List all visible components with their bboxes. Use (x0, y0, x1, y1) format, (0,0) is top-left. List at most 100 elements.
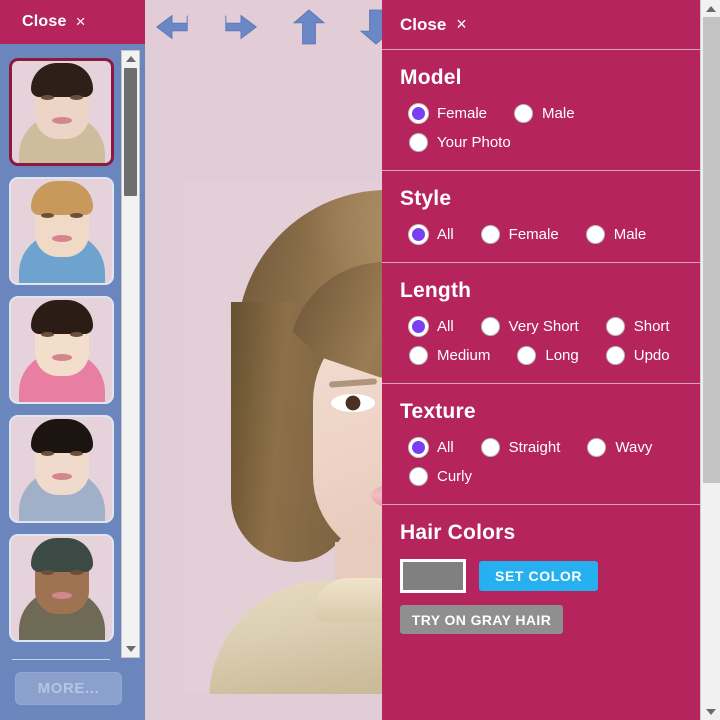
hair-color-swatch[interactable] (400, 559, 466, 593)
panel-scrollbar[interactable] (700, 0, 720, 720)
thumb-hair (30, 419, 93, 453)
option-label: All (437, 226, 454, 243)
option-style-all[interactable]: All (400, 225, 454, 244)
thumb-hair (30, 181, 93, 215)
thumb-lips (51, 592, 72, 599)
option-label: Long (545, 347, 579, 364)
option-row: All Female Male (400, 225, 702, 244)
option-row: Your Photo (400, 133, 702, 152)
model-thumb-2[interactable] (9, 177, 114, 285)
move-up-button[interactable] (284, 8, 334, 46)
option-label: Your Photo (437, 134, 511, 151)
option-label: Male (542, 105, 575, 122)
filter-sections: Model Female Male Your Photo Style All Female M… (382, 50, 720, 505)
section-title-model: Model (400, 66, 462, 89)
option-label: All (437, 318, 454, 335)
model-thumb-4[interactable] (9, 415, 114, 523)
try-on-gray-hair-button[interactable]: TRY ON GRAY HAIR (400, 605, 563, 634)
radio-unselected-icon[interactable] (480, 438, 500, 457)
radio-selected-icon[interactable] (409, 225, 428, 244)
sidebar-scroll-thumb[interactable] (124, 68, 137, 196)
set-color-button[interactable]: SET COLOR (479, 561, 599, 591)
radio-unselected-icon[interactable] (605, 317, 625, 336)
thumb-eyes (35, 95, 89, 103)
right-arrow-icon (225, 14, 257, 40)
option-label: Updo (633, 347, 670, 364)
sidebar-scroll-down-button[interactable] (122, 641, 139, 657)
option-model-male[interactable]: Male (505, 104, 575, 123)
radio-unselected-icon[interactable] (409, 346, 428, 365)
radio-unselected-icon[interactable] (585, 225, 605, 244)
panel-scroll-down-button[interactable] (701, 703, 720, 720)
option-length-medium[interactable]: Medium (400, 346, 490, 365)
radio-unselected-icon[interactable] (517, 346, 537, 365)
model-thumbnail-list[interactable] (0, 44, 122, 656)
model-thumb-1[interactable] (9, 58, 114, 166)
option-texture-wavy[interactable]: Wavy (578, 438, 652, 457)
triangle-down-icon (705, 708, 716, 715)
option-texture-straight[interactable]: Straight (472, 438, 561, 457)
radio-unselected-icon[interactable] (480, 317, 500, 336)
option-row: All Straight Wavy (400, 438, 702, 457)
models-sidebar: Close × MORE... (0, 0, 145, 720)
triangle-up-icon (705, 5, 716, 12)
left-arrow-icon (156, 14, 188, 40)
section-title-hair-colors: Hair Colors (400, 521, 516, 544)
option-model-your-photo[interactable]: Your Photo (400, 133, 511, 152)
option-label: Female (437, 105, 488, 122)
panel-scroll-thumb[interactable] (703, 17, 720, 483)
panel-close-button[interactable]: Close × (382, 0, 720, 50)
model-thumb-5[interactable] (9, 534, 114, 642)
more-models-button[interactable]: MORE... (15, 672, 122, 705)
radio-unselected-icon[interactable] (587, 438, 607, 457)
option-style-female[interactable]: Female (472, 225, 559, 244)
radio-selected-icon[interactable] (409, 317, 428, 336)
option-length-short[interactable]: Short (597, 317, 670, 336)
radio-unselected-icon[interactable] (480, 225, 500, 244)
sidebar-close-button[interactable]: Close × (0, 0, 145, 44)
sidebar-close-label: Close (22, 13, 67, 30)
thumb-lips (51, 117, 72, 124)
option-length-updo[interactable]: Updo (597, 346, 670, 365)
model-thumb-3[interactable] (9, 296, 114, 404)
move-right-button[interactable] (216, 8, 266, 46)
option-model-female[interactable]: Female (400, 104, 487, 123)
radio-selected-icon[interactable] (409, 438, 428, 457)
option-label: Male (613, 226, 647, 243)
model-eye-left (331, 394, 375, 412)
option-texture-curly[interactable]: Curly (400, 467, 472, 486)
radio-unselected-icon[interactable] (605, 346, 625, 365)
radio-unselected-icon[interactable] (409, 467, 428, 486)
option-length-all[interactable]: All (400, 317, 454, 336)
radio-unselected-icon[interactable] (514, 104, 534, 123)
option-row: All Very Short Short (400, 317, 702, 336)
radio-unselected-icon[interactable] (409, 133, 428, 152)
option-label: Straight (508, 439, 561, 456)
option-label: Very Short (508, 318, 579, 335)
section-length: Length All Very Short Short Medium Long Updo (382, 263, 720, 384)
option-texture-all[interactable]: All (400, 438, 454, 457)
thumb-lips (51, 235, 72, 242)
close-icon: × (75, 12, 86, 31)
option-label: Short (633, 318, 670, 335)
option-style-male[interactable]: Male (577, 225, 647, 244)
sidebar-scroll-up-button[interactable] (122, 51, 139, 67)
move-left-button[interactable] (147, 8, 197, 46)
option-label: Female (508, 226, 559, 243)
radio-selected-icon[interactable] (409, 104, 428, 123)
option-row: Curly (400, 467, 702, 486)
option-length-very-short[interactable]: Very Short (472, 317, 579, 336)
sidebar-scrollbar[interactable] (121, 50, 140, 658)
thumb-lips (51, 354, 72, 361)
option-row: Female Male (400, 104, 702, 123)
section-texture: Texture All Straight Wavy Curly (382, 384, 720, 505)
close-icon: × (456, 14, 467, 34)
option-length-long[interactable]: Long (508, 346, 579, 365)
option-label: All (437, 439, 454, 456)
thumb-eyes (35, 570, 89, 578)
up-arrow-icon (292, 9, 326, 45)
section-style: Style All Female Male (382, 171, 720, 263)
sidebar-divider (12, 659, 110, 660)
panel-scroll-up-button[interactable] (701, 0, 720, 17)
option-row: Medium Long Updo (400, 346, 702, 365)
